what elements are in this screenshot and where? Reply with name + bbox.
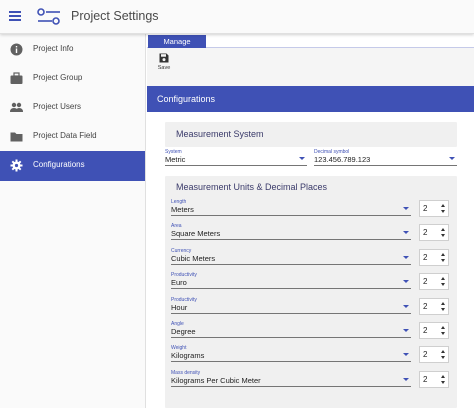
decimal-places-value: 2 bbox=[423, 277, 428, 287]
chevron-down-icon bbox=[403, 231, 409, 235]
app-bar: Project Settings bbox=[0, 0, 474, 34]
sidebar-item-label: Project Users bbox=[33, 102, 82, 111]
stepper-down-icon[interactable] bbox=[440, 379, 447, 386]
decimal-symbol-select[interactable]: Decimal symbol 123.456.789.123 bbox=[314, 149, 457, 166]
chevron-down-icon bbox=[403, 329, 409, 332]
decimal-places-value: 2 bbox=[423, 301, 428, 311]
system-value: Metric bbox=[165, 155, 186, 164]
main-panel: Manage Save Configurations Measurement S… bbox=[147, 34, 474, 408]
chevron-down-icon bbox=[403, 377, 409, 381]
decimal-places-value: 2 bbox=[423, 350, 428, 360]
unit-value: Degree bbox=[171, 327, 196, 336]
system-select[interactable]: System Metric bbox=[165, 149, 307, 166]
unit-select[interactable]: Mass density Kilograms Per Cubic Meter bbox=[171, 370, 411, 387]
chevron-down-icon bbox=[449, 157, 455, 160]
unit-value: Kilograms bbox=[171, 351, 205, 361]
unit-value: Cubic Meters bbox=[171, 253, 216, 263]
decimal-places-stepper[interactable]: 2 bbox=[419, 248, 449, 266]
unit-select[interactable]: Currency Cubic Meters bbox=[171, 248, 411, 265]
tab-manage[interactable]: Manage bbox=[148, 35, 206, 48]
save-button[interactable]: Save bbox=[154, 53, 174, 81]
people-icon bbox=[10, 102, 23, 112]
stepper-down-icon[interactable] bbox=[440, 257, 447, 264]
chevron-down-icon bbox=[403, 304, 409, 308]
unit-value: Kilograms Per Cubic Meter bbox=[171, 375, 261, 385]
app-title: Project Settings bbox=[71, 9, 159, 23]
decimal-places-stepper[interactable]: 2 bbox=[419, 370, 449, 388]
toolbar: Save bbox=[147, 48, 474, 87]
decimal-places-stepper[interactable]: 2 bbox=[419, 322, 449, 339]
chevron-down-icon bbox=[403, 280, 409, 284]
hamburger-menu-icon[interactable] bbox=[9, 11, 21, 21]
decimal-places-value: 2 bbox=[423, 374, 428, 384]
info-icon bbox=[10, 43, 23, 56]
content-area: Measurement System System Metric Decimal… bbox=[147, 112, 474, 408]
measurement-system-card: Measurement System bbox=[165, 122, 457, 147]
decimal-places-stepper[interactable]: 2 bbox=[419, 200, 449, 217]
chevron-down-icon bbox=[403, 255, 409, 259]
measurement-system-title: Measurement System bbox=[176, 129, 264, 139]
decimal-places-stepper[interactable]: 2 bbox=[419, 224, 449, 242]
unit-value: Euro bbox=[171, 278, 187, 288]
decimal-places-value: 2 bbox=[423, 204, 428, 213]
units-title: Measurement Units & Decimal Places bbox=[176, 182, 328, 192]
sidebar-item-label: Project Group bbox=[33, 73, 83, 82]
sidebar-item-label: Configurations bbox=[33, 160, 85, 169]
sidebar-item-project-info[interactable]: Project Info bbox=[0, 35, 145, 64]
unit-value: Meters bbox=[171, 205, 194, 214]
stepper-down-icon[interactable] bbox=[440, 354, 447, 361]
decimal-places-value: 2 bbox=[423, 228, 428, 238]
chevron-down-icon bbox=[403, 353, 409, 357]
section-title: Configurations bbox=[157, 94, 216, 104]
stepper-down-icon[interactable] bbox=[440, 232, 447, 239]
decimal-symbol-value: 123.456.789.123 bbox=[314, 155, 371, 164]
unit-value: Square Meters bbox=[171, 229, 221, 239]
tab-bar: Manage bbox=[147, 34, 474, 48]
section-header: Configurations bbox=[147, 86, 474, 112]
decimal-places-value: 2 bbox=[423, 252, 428, 262]
stepper-down-icon[interactable] bbox=[440, 306, 447, 313]
unit-select[interactable]: Area Square Meters bbox=[171, 223, 411, 241]
unit-select[interactable]: Productivity Hour bbox=[171, 297, 411, 314]
save-icon bbox=[159, 53, 169, 63]
briefcase-icon bbox=[10, 72, 23, 84]
unit-select[interactable]: Productivity Euro bbox=[171, 272, 411, 290]
save-label: Save bbox=[157, 65, 171, 71]
sidebar-item-project-users[interactable]: Project Users bbox=[0, 93, 145, 122]
stepper-down-icon[interactable] bbox=[440, 330, 447, 337]
decimal-places-stepper[interactable]: 2 bbox=[419, 297, 449, 315]
unit-select[interactable]: Angle Degree bbox=[171, 321, 411, 338]
chevron-down-icon bbox=[299, 157, 305, 160]
stepper-down-icon[interactable] bbox=[440, 281, 447, 288]
unit-value: Hour bbox=[171, 302, 188, 312]
unit-select[interactable]: Length Meters bbox=[171, 199, 411, 216]
chevron-down-icon bbox=[403, 207, 409, 210]
decimal-places-stepper[interactable]: 2 bbox=[419, 273, 449, 291]
decimal-places-stepper[interactable]: 2 bbox=[419, 346, 449, 364]
decimal-places-value: 2 bbox=[423, 326, 428, 335]
stepper-down-icon[interactable] bbox=[440, 208, 447, 215]
folder-icon bbox=[10, 132, 23, 142]
unit-select[interactable]: Weight Kilograms bbox=[171, 345, 411, 363]
sidebar-item-project-group[interactable]: Project Group bbox=[0, 64, 145, 93]
sidebar: Project Info Project Group Project Users… bbox=[0, 34, 146, 408]
gear-icon bbox=[10, 159, 23, 172]
sidebar-item-configurations[interactable]: Configurations bbox=[0, 151, 145, 181]
sidebar-item-label: Project Data Field bbox=[33, 131, 97, 140]
sidebar-item-project-data-field[interactable]: Project Data Field bbox=[0, 122, 145, 151]
sidebar-item-label: Project Info bbox=[33, 44, 74, 53]
settings-toggle-logo-icon bbox=[37, 8, 60, 25]
